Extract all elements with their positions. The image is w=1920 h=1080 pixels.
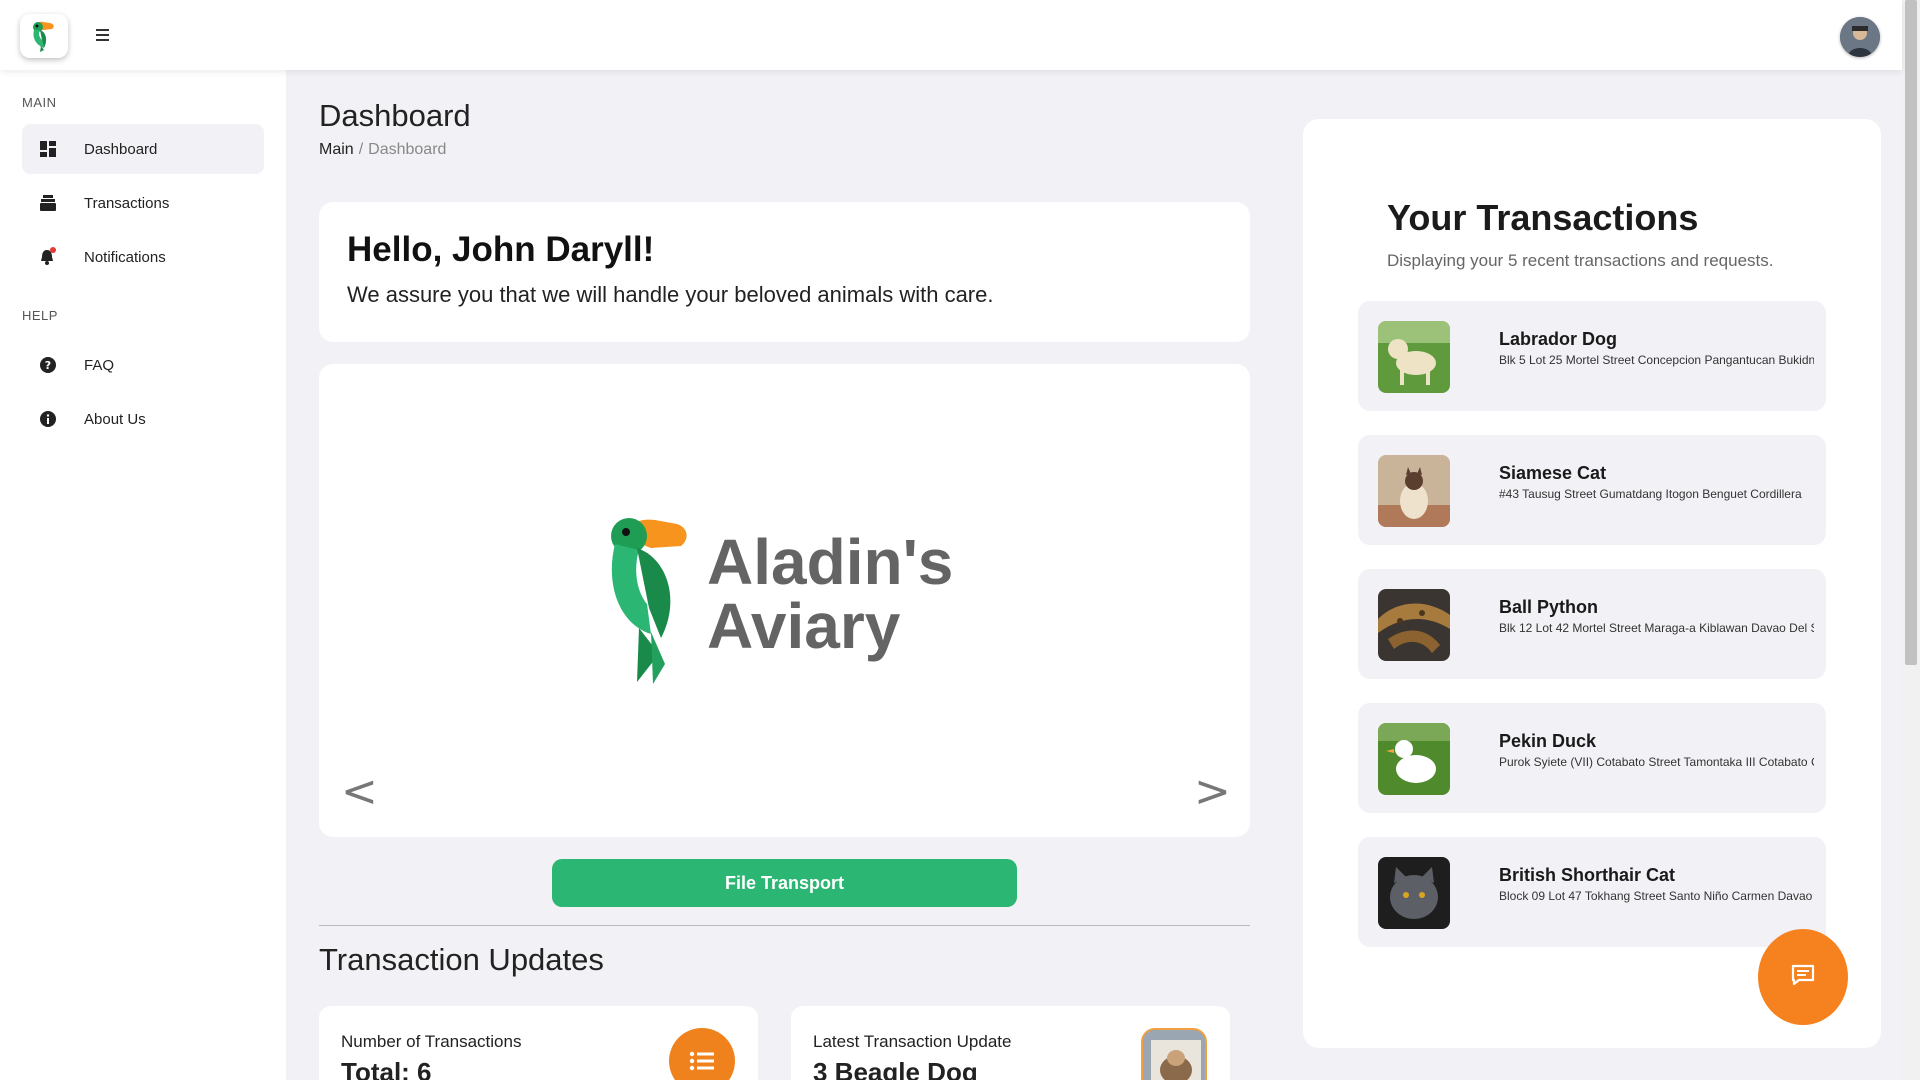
carousel-prev-button[interactable]: < (341, 770, 378, 814)
carousel: Aladin's Aviary < > (319, 364, 1250, 837)
transaction-name: British Shorthair Cat (1499, 865, 1676, 885)
sidebar: MAIN Dashboard Transactions Notification… (0, 70, 286, 1080)
sidebar-item-label: About Us (84, 410, 146, 428)
transactions-count-card: Number of Transactions Total: 6 (319, 1006, 758, 1080)
aladins-aviary-logo: Aladin's Aviary (611, 518, 953, 684)
page-title: Dashboard (319, 98, 471, 133)
transactions-panel-subtitle: Displaying your 5 recent transactions an… (1387, 251, 1774, 270)
toucan-logo-icon[interactable] (20, 14, 68, 58)
sidebar-heading-help: HELP (22, 308, 58, 323)
sidebar-heading-main: MAIN (22, 95, 57, 110)
transaction-name: Siamese Cat (1499, 463, 1607, 483)
greeting-card: Hello, John Daryll! We assure you that w… (319, 202, 1250, 342)
sidebar-item-label: Transactions (84, 194, 170, 212)
transaction-address: #43 Tausug Street Gumatdang Itogon Bengu… (1499, 487, 1802, 501)
sidebar-item-label: Dashboard (84, 140, 158, 158)
greeting-title: Hello, John Daryll! (347, 230, 655, 269)
transaction-name: Ball Python (1499, 597, 1599, 617)
greeting-subtitle: We assure you that we will handle your b… (347, 282, 994, 307)
stat-label: Number of Transactions (341, 1032, 522, 1051)
info-circle-icon (38, 409, 58, 429)
bell-icon (38, 247, 58, 267)
transaction-updates-title: Transaction Updates (319, 942, 604, 977)
stack-icon (38, 193, 58, 213)
file-transport-button[interactable]: File Transport (552, 859, 1017, 907)
ball-python-photo (1378, 589, 1450, 661)
transaction-item[interactable]: Pekin Duck Purok Syiete (VII) Cotabato S… (1358, 703, 1826, 813)
stat-value: Total: 6 (341, 1057, 432, 1080)
breadcrumb-separator: / (358, 141, 364, 158)
divider (319, 925, 1250, 926)
svg-text:?: ? (45, 359, 51, 372)
chat-button[interactable] (1758, 929, 1848, 1025)
brand-line-2: Aviary (707, 590, 901, 662)
transaction-address: Block 09 Lot 47 Tokhang Street Santo Niñ… (1499, 889, 1813, 903)
page-scrollbar-thumb[interactable] (1905, 0, 1917, 665)
chat-icon (1791, 964, 1815, 990)
latest-update-card: Latest Transaction Update 3 Beagle Dog (791, 1006, 1230, 1080)
siamese-cat-photo (1378, 455, 1450, 527)
sidebar-item-label: Notifications (84, 248, 166, 266)
transaction-item[interactable]: Labrador Dog Blk 5 Lot 25 Mortel Street … (1358, 301, 1826, 411)
transaction-address: Blk 12 Lot 42 Mortel Street Maraga-a Kib… (1499, 621, 1814, 635)
transaction-address: Purok Syiete (VII) Cotabato Street Tamon… (1499, 755, 1814, 769)
brand-line-1: Aladin's (707, 526, 953, 598)
transactions-panel-title: Your Transactions (1387, 197, 1699, 238)
breadcrumb: Main / Dashboard (319, 141, 446, 159)
user-avatar[interactable] (1840, 17, 1880, 57)
stat-label: Latest Transaction Update (813, 1032, 1012, 1051)
transaction-name: Labrador Dog (1499, 329, 1618, 349)
stat-value: 3 Beagle Dog (813, 1057, 978, 1080)
dog-thumbnail (1141, 1028, 1207, 1080)
transaction-name: Pekin Duck (1499, 731, 1597, 751)
hamburger-icon[interactable] (96, 24, 118, 46)
sidebar-item-dashboard[interactable]: Dashboard (22, 124, 264, 174)
sidebar-item-notifications[interactable]: Notifications (22, 232, 264, 282)
carousel-next-button[interactable]: > (1194, 770, 1231, 814)
transaction-item[interactable]: British Shorthair Cat Block 09 Lot 47 To… (1358, 837, 1826, 947)
list-icon (669, 1028, 735, 1080)
sidebar-item-label: FAQ (84, 356, 115, 374)
breadcrumb-main[interactable]: Main (319, 141, 354, 158)
labrador-photo (1378, 321, 1450, 393)
pekin-duck-photo (1378, 723, 1450, 795)
sidebar-item-transactions[interactable]: Transactions (22, 178, 264, 228)
breadcrumb-current: Dashboard (368, 141, 447, 158)
question-circle-icon: ? (38, 355, 58, 375)
transaction-item[interactable]: Ball Python Blk 12 Lot 42 Mortel Street … (1358, 569, 1826, 679)
sidebar-item-about-us[interactable]: About Us (22, 394, 264, 444)
british-shorthair-photo (1378, 857, 1450, 929)
sidebar-item-faq[interactable]: ? FAQ (22, 340, 264, 390)
top-bar (0, 0, 1902, 70)
dashboard-icon (38, 139, 58, 159)
transactions-panel: Your Transactions Displaying your 5 rece… (1303, 119, 1881, 1048)
transaction-item[interactable]: Siamese Cat #43 Tausug Street Gumatdang … (1358, 435, 1826, 545)
transaction-address: Blk 5 Lot 25 Mortel Street Concepcion Pa… (1499, 353, 1814, 367)
